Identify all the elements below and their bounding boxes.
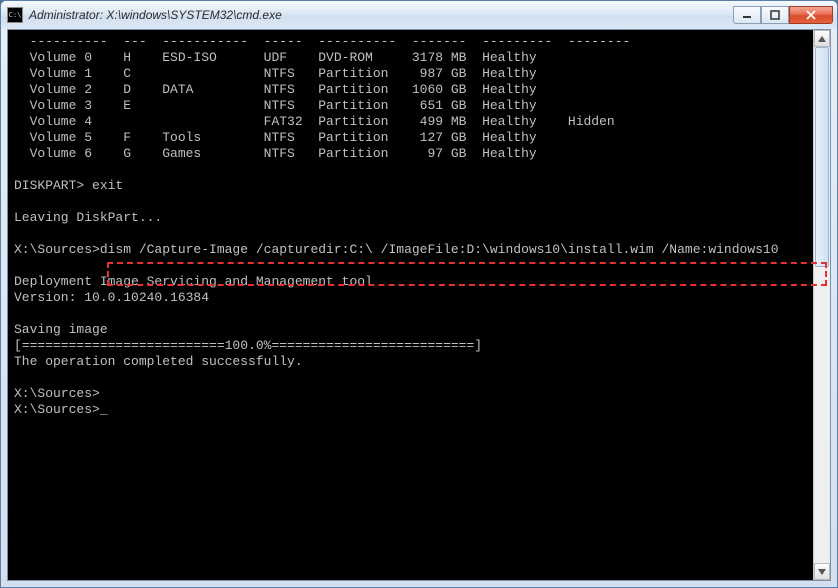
scroll-track[interactable]	[814, 47, 830, 563]
client-area: ---------- --- ----------- ----- -------…	[7, 29, 831, 581]
scroll-down-button[interactable]	[814, 563, 830, 580]
maximize-button[interactable]	[761, 6, 789, 24]
minimize-button[interactable]	[733, 6, 761, 24]
terminal-output[interactable]: ---------- --- ----------- ----- -------…	[8, 30, 813, 580]
scroll-thumb[interactable]	[815, 47, 829, 267]
cmd-window: C:\ Administrator: X:\windows\SYSTEM32\c…	[0, 0, 838, 588]
close-button[interactable]	[789, 6, 833, 24]
scrollbar[interactable]	[813, 30, 830, 580]
titlebar[interactable]: C:\ Administrator: X:\windows\SYSTEM32\c…	[1, 1, 837, 29]
window-controls	[733, 6, 833, 24]
window-title: Administrator: X:\windows\SYSTEM32\cmd.e…	[29, 8, 733, 22]
cmd-icon: C:\	[7, 7, 23, 23]
scroll-up-button[interactable]	[814, 30, 830, 47]
